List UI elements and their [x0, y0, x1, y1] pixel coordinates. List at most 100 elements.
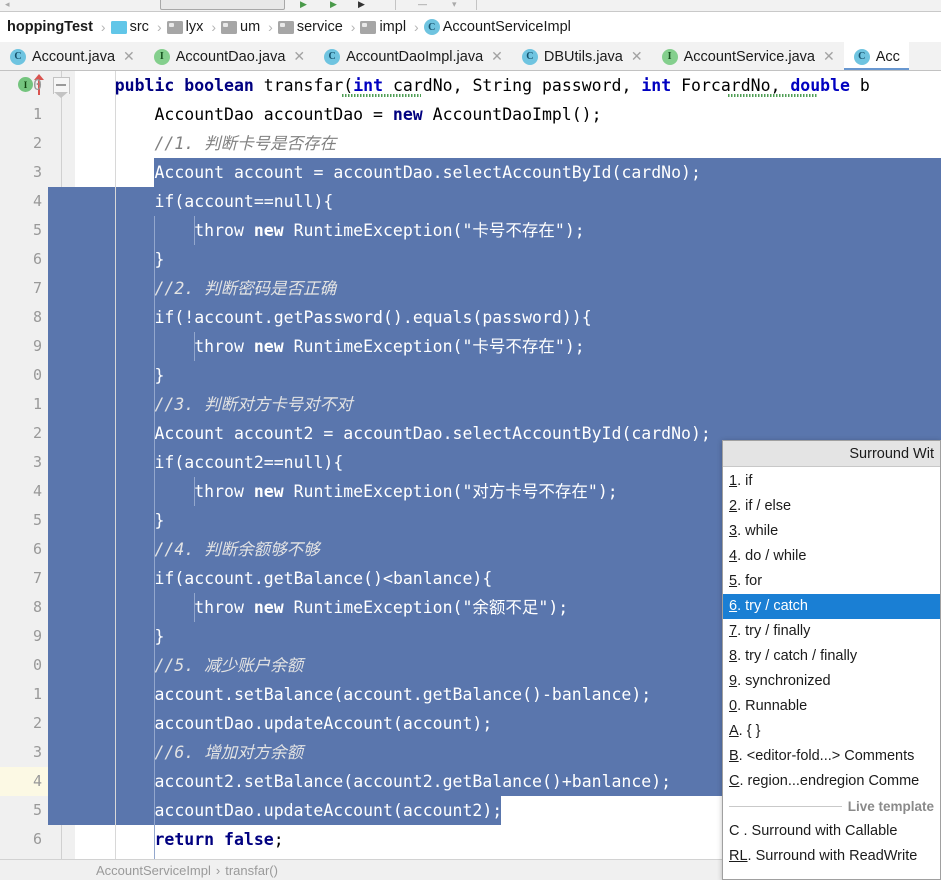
breadcrumb-item-accountserviceimpl[interactable]: C AccountServiceImpl: [422, 12, 576, 42]
line-number: 2: [32, 714, 42, 732]
code-text: (: [472, 308, 483, 327]
line-number: 3: [32, 453, 42, 471]
line-number: 8: [32, 598, 42, 616]
code-text: account: [194, 308, 264, 327]
close-icon[interactable]: ✕: [629, 50, 643, 64]
code-text: throw: [194, 482, 244, 501]
popup-item-try-catch-finally[interactable]: 8. try / catch / finally: [723, 644, 940, 669]
breadcrumb: hoppingTest › src › lyx › um › service › impl › C Acc…: [0, 12, 941, 42]
popup-template-item-surround-with-readwrite[interactable]: RL. Surround with ReadWrite: [723, 844, 940, 869]
popup-item-synchronized[interactable]: 9. synchronized: [723, 669, 940, 694]
line-number: 7: [32, 279, 42, 297]
warning-squiggle-forcardno: [728, 94, 818, 97]
code-text: updateAccount: [263, 801, 393, 820]
line-number: 0: [32, 366, 42, 384]
fold-marker-method[interactable]: [53, 77, 70, 98]
debug-icon[interactable]: ▶: [330, 0, 337, 9]
bottom-breadcrumb-item[interactable]: AccountServiceImpl: [96, 863, 211, 878]
line-number: 8: [32, 308, 42, 326]
popup-section-separator: Live template: [723, 794, 940, 819]
popup-item-do-while[interactable]: 4. do / while: [723, 544, 940, 569]
line-number: 9: [32, 627, 42, 645]
interface-icon: I: [153, 48, 170, 65]
editor-tab-label: AccountDaoImpl.java: [346, 48, 484, 65]
popup-item-label: . for: [737, 573, 763, 589]
popup-item-try-finally[interactable]: 7. try / finally: [723, 619, 940, 644]
class-icon: C: [423, 19, 440, 35]
line-number: 4: [32, 192, 42, 210]
breadcrumb-item-src[interactable]: src: [109, 12, 154, 42]
popup-item-list[interactable]: 1. if 2. if / else 3. while 4. do / while 5.…: [723, 467, 940, 869]
code-text: throw: [194, 598, 244, 617]
line-number: 3: [32, 743, 42, 761]
popup-item-label: . synchronized: [737, 673, 831, 689]
back-icon[interactable]: ◂: [5, 0, 10, 9]
selection-highlight-gutter: [48, 187, 75, 825]
editor-tab-label: Account.java: [32, 48, 116, 65]
breadcrumb-item-um[interactable]: um: [219, 12, 265, 42]
code-text: RuntimeException: [293, 598, 453, 617]
code-line[interactable]: //1. 判断卡号是否存在: [75, 129, 941, 158]
popup-item-mnemonic: 7: [729, 623, 738, 639]
editor-tab-dbutils-java[interactable]: C DBUtils.java ✕: [511, 42, 652, 70]
breadcrumb-item-hoppingtest[interactable]: hoppingTest: [2, 12, 98, 42]
popup-item-if[interactable]: 1. if: [723, 469, 940, 494]
popup-item-try-catch[interactable]: 6. try / catch: [723, 594, 940, 619]
code-text: ()-: [522, 685, 552, 704]
code-line[interactable]: public boolean transfar(int cardNo, Stri…: [75, 71, 941, 100]
close-icon[interactable]: ✕: [121, 50, 135, 64]
popup-item-while[interactable]: 3. while: [723, 519, 940, 544]
code-text: if: [154, 453, 175, 472]
close-icon[interactable]: ✕: [489, 50, 503, 64]
editor-tab-label: Acc: [875, 48, 900, 65]
code-text: ();: [571, 105, 602, 124]
editor-tab-account-java[interactable]: C Account.java ✕: [0, 42, 144, 70]
code-text: RuntimeException: [293, 337, 453, 356]
code-text: cardNo: [392, 76, 453, 95]
popup-item-label: . region...endregion Comme: [739, 773, 920, 789]
popup-item-label: . try / catch: [737, 598, 808, 614]
breadcrumb-item-lyx[interactable]: lyx: [165, 12, 209, 42]
code-text: (: [452, 337, 463, 356]
chevron-down-icon[interactable]: ▾: [452, 0, 457, 9]
code-text: ){: [323, 453, 344, 472]
minimize-icon[interactable]: —: [418, 0, 427, 9]
popup-item-[interactable]: A. { }: [723, 719, 940, 744]
code-text: );: [631, 685, 652, 704]
line-number: 9: [32, 337, 42, 355]
code-keyword: return: [154, 830, 215, 849]
run-configuration-selector[interactable]: [160, 0, 285, 10]
class-icon: C: [853, 48, 870, 65]
close-icon[interactable]: ✕: [291, 50, 305, 64]
editor-tab-accountdao-java[interactable]: I AccountDao.java ✕: [143, 42, 315, 70]
code-line[interactable]: AccountDao accountDao = new AccountDaoIm…: [75, 100, 941, 129]
popup-item-runnable[interactable]: 0. Runnable: [723, 694, 940, 719]
run-icon[interactable]: ▶: [300, 0, 307, 9]
popup-item-if-else[interactable]: 2. if / else: [723, 494, 940, 519]
popup-item-region-endregion-comme[interactable]: C. region...endregion Comme: [723, 769, 940, 794]
surround-with-popup[interactable]: Surround Wit 1. if 2. if / else 3. while 4.…: [722, 440, 941, 880]
code-text: password: [482, 308, 562, 327]
code-text: (: [174, 569, 185, 588]
close-icon[interactable]: ✕: [821, 50, 835, 64]
interface-icon: I: [661, 48, 678, 65]
popup-item-editor-fold-comments[interactable]: B. <editor-fold...> Comments: [723, 744, 940, 769]
bottom-breadcrumb-item[interactable]: transfar(): [225, 863, 278, 878]
breadcrumb-item-service[interactable]: service: [276, 12, 348, 42]
breadcrumb-item-impl[interactable]: impl: [358, 12, 411, 42]
code-text: account2: [154, 772, 234, 791]
popup-item-for[interactable]: 5. for: [723, 569, 940, 594]
editor-tab-acc[interactable]: C Acc: [843, 42, 910, 70]
coverage-icon[interactable]: ▶: [358, 0, 365, 9]
code-text: .: [412, 685, 423, 704]
popup-item-mnemonic: 1: [729, 473, 738, 489]
popup-template-item-c-surround-with-callable[interactable]: C . Surround with Callable: [723, 819, 940, 844]
editor-tab-accountservice-java[interactable]: I AccountService.java ✕: [651, 42, 844, 70]
code-text: =: [313, 424, 344, 443]
popup-item-label: . try / catch / finally: [737, 648, 858, 664]
code-text: );: [597, 482, 618, 501]
editor-tab-accountdaoimpl-java[interactable]: C AccountDaoImpl.java ✕: [314, 42, 512, 70]
